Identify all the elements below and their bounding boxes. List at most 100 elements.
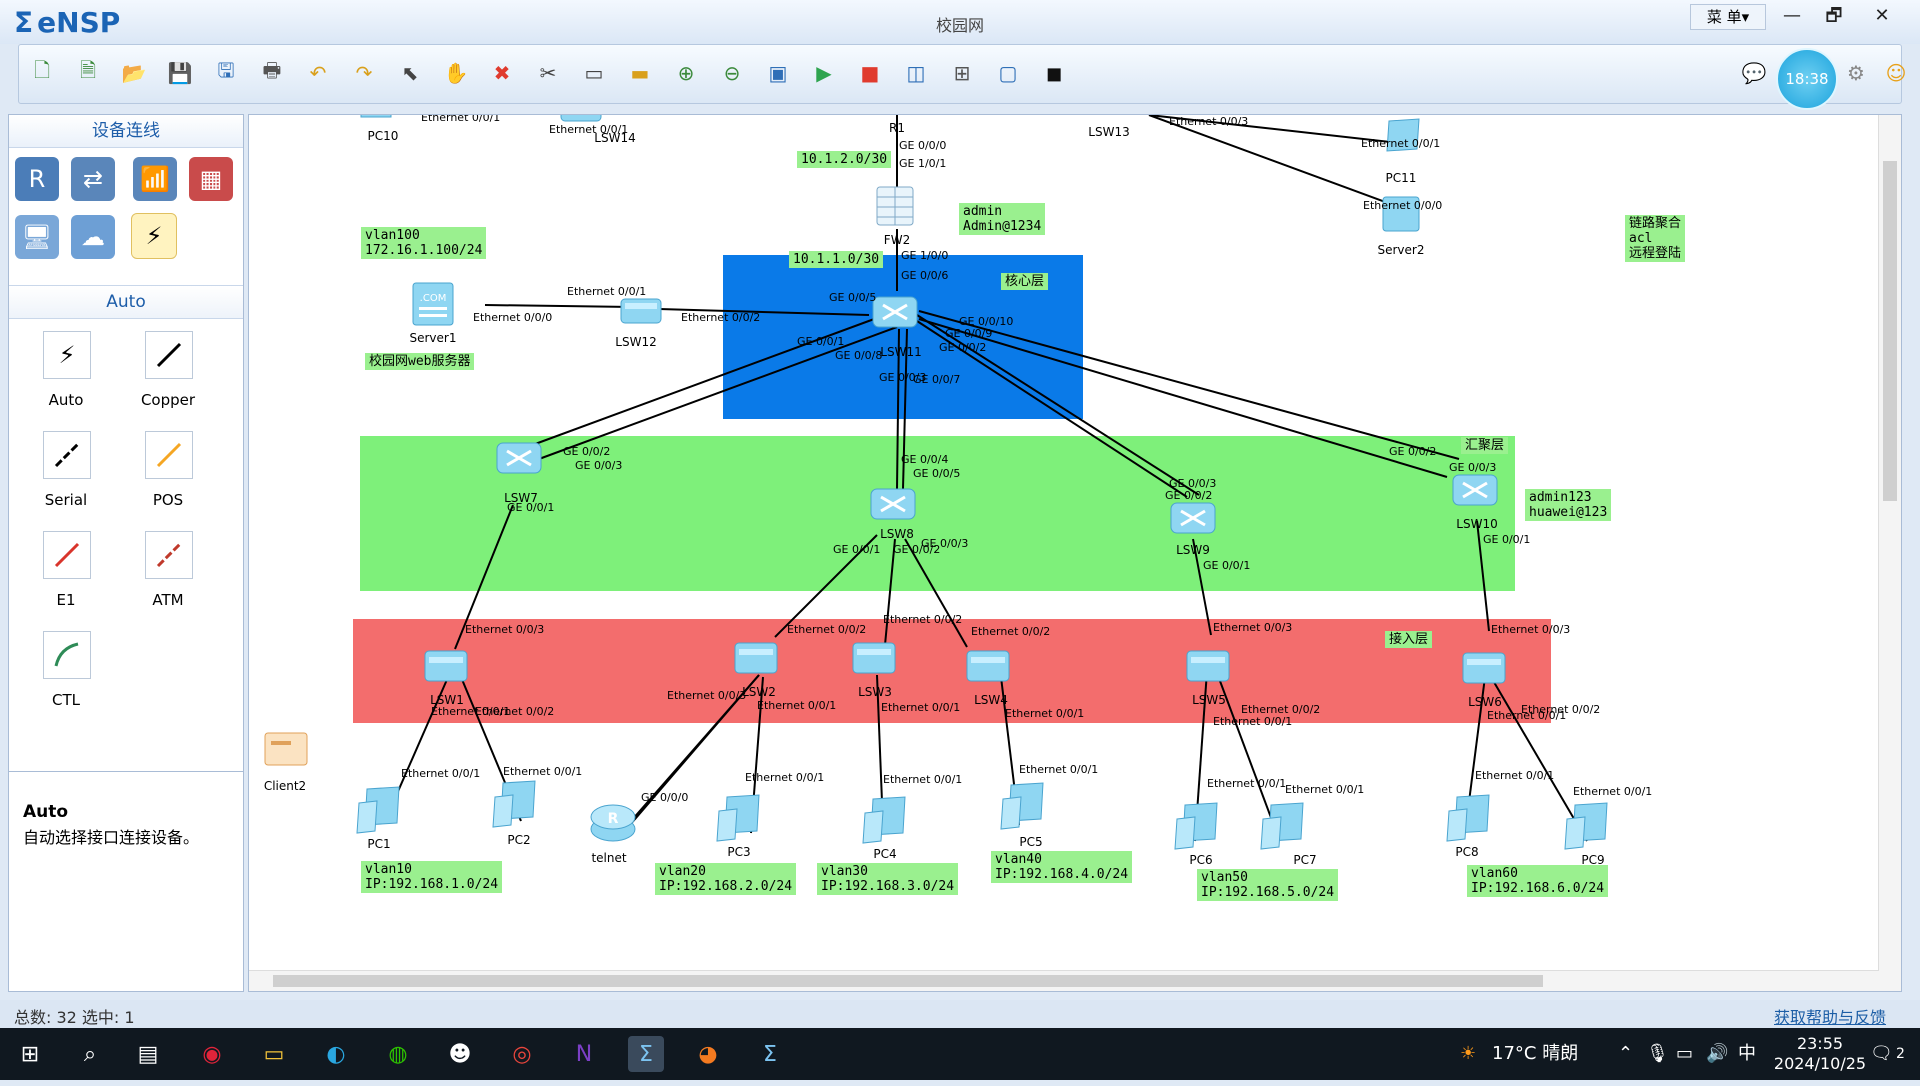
horizontal-scroll-thumb[interactable] bbox=[273, 975, 1543, 987]
note-vlan10[interactable]: vlan10 IP:192.168.1.0/24 bbox=[361, 861, 503, 893]
undo-icon[interactable]: ↶ bbox=[303, 58, 333, 88]
select-pointer-icon[interactable]: ⬉ bbox=[395, 58, 425, 88]
pc-pc5[interactable] bbox=[997, 779, 1049, 834]
note-vlan30[interactable]: vlan30 IP:192.168.3.0/24 bbox=[817, 863, 959, 895]
switch-lsw8[interactable] bbox=[869, 483, 917, 526]
save-as-icon[interactable]: 🖫 bbox=[211, 58, 241, 88]
pc-pc4[interactable] bbox=[859, 793, 911, 848]
horizontal-scrollbar[interactable] bbox=[249, 970, 1879, 991]
pos-cable-icon[interactable] bbox=[145, 431, 193, 479]
switch-lsw1[interactable] bbox=[423, 645, 469, 688]
file-explorer-icon[interactable]: ▭ bbox=[256, 1036, 292, 1072]
redo-icon[interactable]: ↷ bbox=[349, 58, 379, 88]
note-features[interactable]: 链路聚合 acl 远程登陆 bbox=[1625, 215, 1686, 262]
client-client2[interactable] bbox=[261, 727, 311, 776]
tray-expand-icon[interactable]: ⌃ bbox=[1618, 1028, 1633, 1080]
note-vlan50[interactable]: vlan50 IP:192.168.5.0/24 bbox=[1197, 869, 1339, 901]
switch-lsw6[interactable] bbox=[1461, 647, 1507, 690]
volume-icon[interactable]: 🔊 bbox=[1706, 1028, 1728, 1080]
edge-browser-icon[interactable]: ◐ bbox=[318, 1036, 354, 1072]
pan-hand-icon[interactable]: ✋ bbox=[441, 58, 471, 88]
note-fw-credentials[interactable]: admin Admin@1234 bbox=[959, 203, 1046, 235]
serial-cable-icon[interactable] bbox=[43, 431, 91, 479]
note-vlan100[interactable]: vlan100 172.16.1.100/24 bbox=[361, 227, 487, 259]
router-icon[interactable]: R bbox=[15, 157, 59, 201]
palette-icon[interactable]: ▬ bbox=[625, 58, 655, 88]
pc-pc10[interactable] bbox=[359, 115, 395, 124]
chrome-icon[interactable]: ◎ bbox=[504, 1036, 540, 1072]
new-example-icon[interactable]: 🗎 bbox=[73, 58, 103, 88]
delete-icon[interactable]: ✖ bbox=[487, 58, 517, 88]
new-topology-icon[interactable]: 🗋 bbox=[27, 58, 57, 88]
settings-gear-icon[interactable]: ⚙ bbox=[1841, 58, 1871, 88]
windows-start-icon[interactable]: ⊞ bbox=[12, 1036, 48, 1072]
pc-pc9[interactable] bbox=[1561, 799, 1613, 854]
qq-icon[interactable]: ☻ bbox=[442, 1036, 478, 1072]
cloud-icon[interactable]: ☁ bbox=[71, 215, 115, 259]
capture-icon[interactable]: ◫ bbox=[901, 58, 931, 88]
main-menu-button[interactable]: 菜 单▾ bbox=[1690, 4, 1766, 30]
print-icon[interactable]: 🖶 bbox=[257, 58, 287, 88]
note-network-fw-core[interactable]: 10.1.1.0/30 bbox=[789, 251, 884, 268]
firewall-icon[interactable]: ▦ bbox=[189, 157, 233, 201]
wireless-icon[interactable]: 📶 bbox=[133, 157, 177, 201]
note-vlan40[interactable]: vlan40 IP:192.168.4.0/24 bbox=[991, 851, 1133, 883]
vertical-scroll-thumb[interactable] bbox=[1883, 161, 1897, 501]
cable-category-icon[interactable]: ⚡ bbox=[131, 213, 177, 259]
ensp-taskbar-icon[interactable]: ⵉ bbox=[628, 1036, 664, 1072]
netease-music-icon[interactable]: ◉ bbox=[194, 1036, 230, 1072]
notification-icon[interactable]: 🗨 bbox=[1870, 1028, 1893, 1080]
server-server1[interactable]: .COM bbox=[409, 281, 457, 332]
note-network-r1-fw[interactable]: 10.1.2.0/30 bbox=[797, 151, 892, 168]
battery-icon[interactable]: ▭ bbox=[1676, 1028, 1693, 1080]
pc-pc6[interactable] bbox=[1171, 799, 1223, 854]
fit-window-icon[interactable]: ▣ bbox=[763, 58, 793, 88]
switch-lsw4[interactable] bbox=[965, 645, 1011, 688]
switch-lsw11[interactable] bbox=[871, 291, 919, 334]
task-view-icon[interactable]: ▤ bbox=[130, 1036, 166, 1072]
delete-link-icon[interactable]: ✂ bbox=[533, 58, 563, 88]
switch-lsw7[interactable] bbox=[495, 437, 543, 480]
weather-icon[interactable]: ☀ bbox=[1460, 1028, 1476, 1080]
atm-cable-icon[interactable] bbox=[145, 531, 193, 579]
start-device-icon[interactable]: ▶ bbox=[809, 58, 839, 88]
ime-indicator[interactable]: 中 bbox=[1738, 1028, 1756, 1080]
note-agg-credentials[interactable]: admin123 huawei@123 bbox=[1525, 489, 1612, 521]
note-vlan60[interactable]: vlan60 IP:192.168.6.0/24 bbox=[1467, 865, 1609, 897]
weather-text[interactable]: 17°C 晴朗 bbox=[1492, 1028, 1578, 1080]
pc-pc1[interactable] bbox=[353, 783, 405, 838]
note-vlan20[interactable]: vlan20 IP:192.168.2.0/24 bbox=[655, 863, 797, 895]
mic-icon[interactable]: 🎙 bbox=[1646, 1028, 1669, 1080]
taskbar-clock[interactable]: 23:55 2024/10/25 bbox=[1770, 1034, 1870, 1086]
switch-lsw10[interactable] bbox=[1451, 469, 1499, 512]
pc-terminal-icon[interactable]: 🖥 bbox=[15, 215, 59, 259]
pc-pc3[interactable] bbox=[713, 791, 765, 846]
window-icon[interactable]: ▢ bbox=[993, 58, 1023, 88]
terminal-icon[interactable]: ◼ bbox=[1039, 58, 1069, 88]
minimize-button[interactable]: — bbox=[1772, 4, 1812, 28]
switch-lsw9[interactable] bbox=[1169, 497, 1217, 540]
close-button[interactable]: ✕ bbox=[1862, 4, 1902, 28]
router-telnet[interactable]: R bbox=[587, 799, 639, 848]
help-feedback-link[interactable]: 获取帮助与反馈 bbox=[1774, 1004, 1886, 1028]
chat-icon[interactable]: 💬 bbox=[1739, 58, 1769, 88]
pc-pc8[interactable] bbox=[1443, 791, 1495, 846]
copper-cable-icon[interactable] bbox=[145, 331, 193, 379]
switch-icon[interactable]: ⇄ bbox=[71, 157, 115, 201]
text-note-icon[interactable]: ▭ bbox=[579, 58, 609, 88]
help-icon[interactable]: ☺ bbox=[1881, 58, 1911, 88]
switch-lsw3[interactable] bbox=[851, 637, 897, 680]
firewall-fw2[interactable] bbox=[873, 185, 917, 232]
zoom-out-icon[interactable]: ⊖ bbox=[717, 58, 747, 88]
pc-pc2[interactable] bbox=[489, 777, 541, 832]
save-icon[interactable]: 💾 bbox=[165, 58, 195, 88]
stop-device-icon[interactable]: ■ bbox=[855, 58, 885, 88]
switch-lsw5[interactable] bbox=[1185, 645, 1231, 688]
ctl-cable-icon[interactable] bbox=[43, 631, 91, 679]
firefox-icon[interactable]: ◕ bbox=[690, 1036, 726, 1072]
topology-icon[interactable]: ⊞ bbox=[947, 58, 977, 88]
auto-cable-icon[interactable]: ⚡ bbox=[43, 331, 91, 379]
open-icon[interactable]: 📂 bbox=[119, 58, 149, 88]
wechat-icon[interactable]: ◍ bbox=[380, 1036, 416, 1072]
zoom-in-icon[interactable]: ⊕ bbox=[671, 58, 701, 88]
